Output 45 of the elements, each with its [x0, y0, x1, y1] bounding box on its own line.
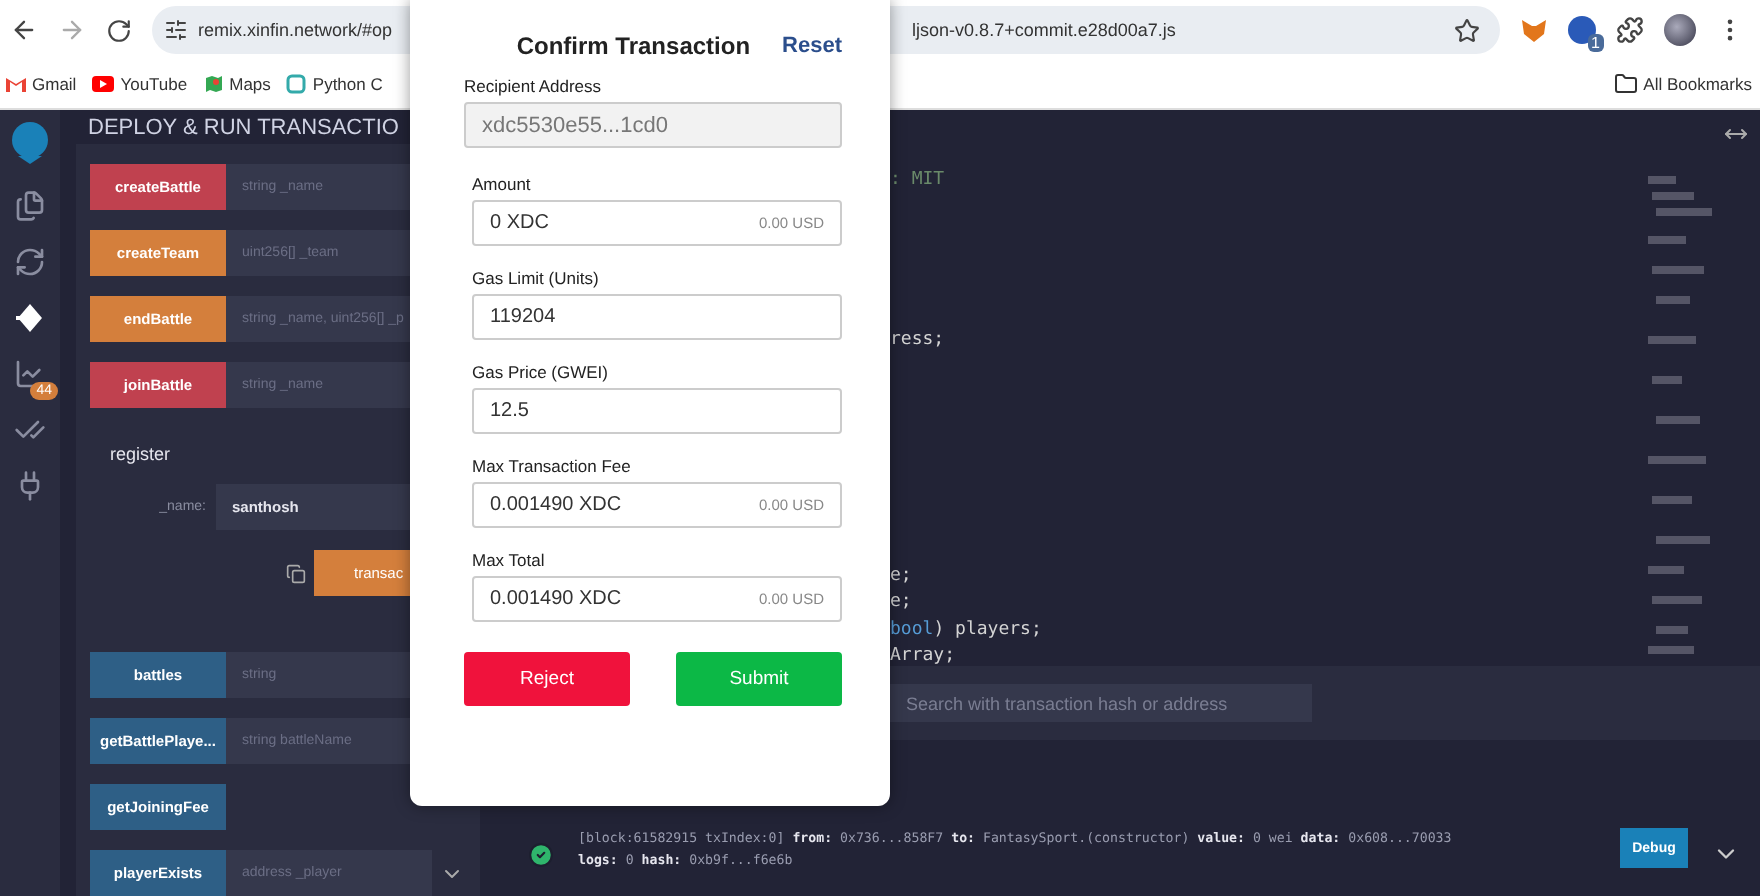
files-icon[interactable]	[14, 190, 46, 222]
bookmark-link[interactable]: Maps	[203, 74, 271, 94]
logo-icon[interactable]	[6, 118, 54, 166]
site-settings-icon[interactable]	[164, 18, 188, 42]
all-bookmarks-link[interactable]: All Bookmarks	[1613, 72, 1752, 96]
copy-icon[interactable]	[286, 563, 306, 583]
input-field[interactable]: 12.5	[472, 388, 842, 434]
reset-link[interactable]: Reset	[782, 34, 842, 58]
code-line: e;	[890, 592, 912, 612]
url-text: remix.xinfin.network/#op	[198, 20, 393, 40]
puzzle-icon[interactable]	[1616, 16, 1644, 44]
star-icon[interactable]	[1454, 17, 1480, 43]
code-line: : MIT	[890, 170, 945, 190]
panel-title: DEPLOY & RUN TRANSACTIO	[86, 113, 401, 143]
field-label: Amount	[472, 174, 533, 194]
success-icon	[528, 842, 554, 868]
reject-button[interactable]: Reject	[464, 652, 630, 706]
bookmark-link[interactable]: Gmail	[6, 74, 77, 94]
field-label: Gas Price (GWEI)	[472, 362, 611, 382]
back-icon[interactable]	[10, 16, 38, 44]
code-line: Array;	[890, 646, 956, 666]
profile-avatar[interactable]	[1664, 14, 1696, 46]
folder-icon	[1613, 72, 1638, 96]
code-line: ress;	[890, 330, 945, 350]
field-label: Gas Limit (Units)	[472, 268, 601, 288]
map-icon	[203, 74, 224, 94]
reload-icon[interactable]	[106, 17, 132, 43]
count-badge: 1	[1587, 34, 1604, 52]
bookmark-link[interactable]: YouTube	[92, 74, 188, 94]
input-field[interactable]: 119204	[472, 294, 842, 340]
search-field[interactable]: Search with transaction hash or address	[890, 684, 1312, 722]
play-icon	[92, 76, 115, 92]
bookmark-link[interactable]: Python C	[286, 74, 383, 94]
diamond-icon[interactable]	[14, 302, 46, 334]
url-text: ljson-v0.8.7+commit.e28d00a7.js	[912, 20, 1176, 40]
fox-icon[interactable]	[1520, 17, 1548, 43]
field-label: Max Total	[472, 550, 547, 570]
code-line: bool) players;	[890, 620, 1042, 640]
field-label: Recipient Address	[464, 76, 604, 96]
code-line: e;	[890, 566, 912, 586]
dialog-title: Confirm Transaction	[516, 32, 751, 60]
mail-icon	[6, 76, 26, 92]
function-name: register	[108, 442, 173, 464]
extension-icon[interactable]	[1568, 16, 1596, 44]
field-label: Max Transaction Fee	[472, 456, 633, 476]
